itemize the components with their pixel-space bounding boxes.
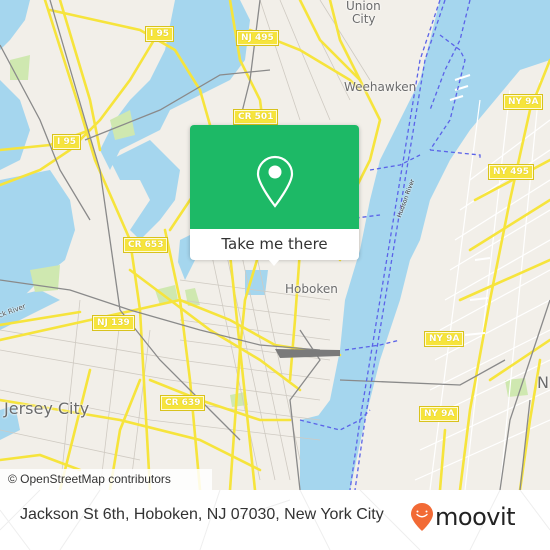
road-shield-ny9a: NY 9A	[423, 331, 465, 347]
road-shield-cr501: CR 501	[232, 109, 279, 125]
map-pin-icon	[256, 155, 294, 208]
place-label-jersey-city: Jersey City	[4, 399, 90, 418]
address-text: Jackson St 6th, Hoboken, NJ 07030, New Y…	[20, 506, 384, 523]
place-label-hoboken: Hoboken	[285, 282, 338, 296]
place-label-new-york: N	[537, 373, 549, 392]
road-shield-nj139: NJ 139	[92, 315, 135, 331]
moovit-logo[interactable]: moovit	[410, 502, 516, 532]
road-shield-i95: I 95	[144, 26, 175, 42]
place-label-union-city: City	[352, 12, 376, 26]
road-shield-cr653: CR 653	[122, 237, 169, 253]
road-shield-nj495: NJ 495	[236, 30, 279, 46]
road-shield-ny9a: NY 9A	[418, 406, 460, 422]
location-popup: Take me there	[190, 125, 359, 266]
moovit-pin-icon	[411, 503, 433, 531]
footer: Jackson St 6th, Hoboken, NJ 07030, New Y…	[0, 490, 550, 550]
moovit-wordmark: moovit	[435, 503, 516, 531]
road-shield-cr639: CR 639	[159, 395, 206, 411]
road-shield-ny495: NY 495	[488, 164, 534, 180]
road-shield-i95: I 95	[51, 134, 82, 150]
popup-pointer	[268, 259, 280, 266]
hoboken-terminal	[275, 349, 340, 358]
popup-header	[190, 125, 359, 229]
map-attribution[interactable]: © OpenStreetMap contributors	[0, 469, 212, 490]
take-me-there-button[interactable]: Take me there	[190, 229, 359, 260]
road-shield-ny9a: NY 9A	[502, 94, 544, 110]
place-label-weehawken: Weehawken	[344, 80, 417, 94]
